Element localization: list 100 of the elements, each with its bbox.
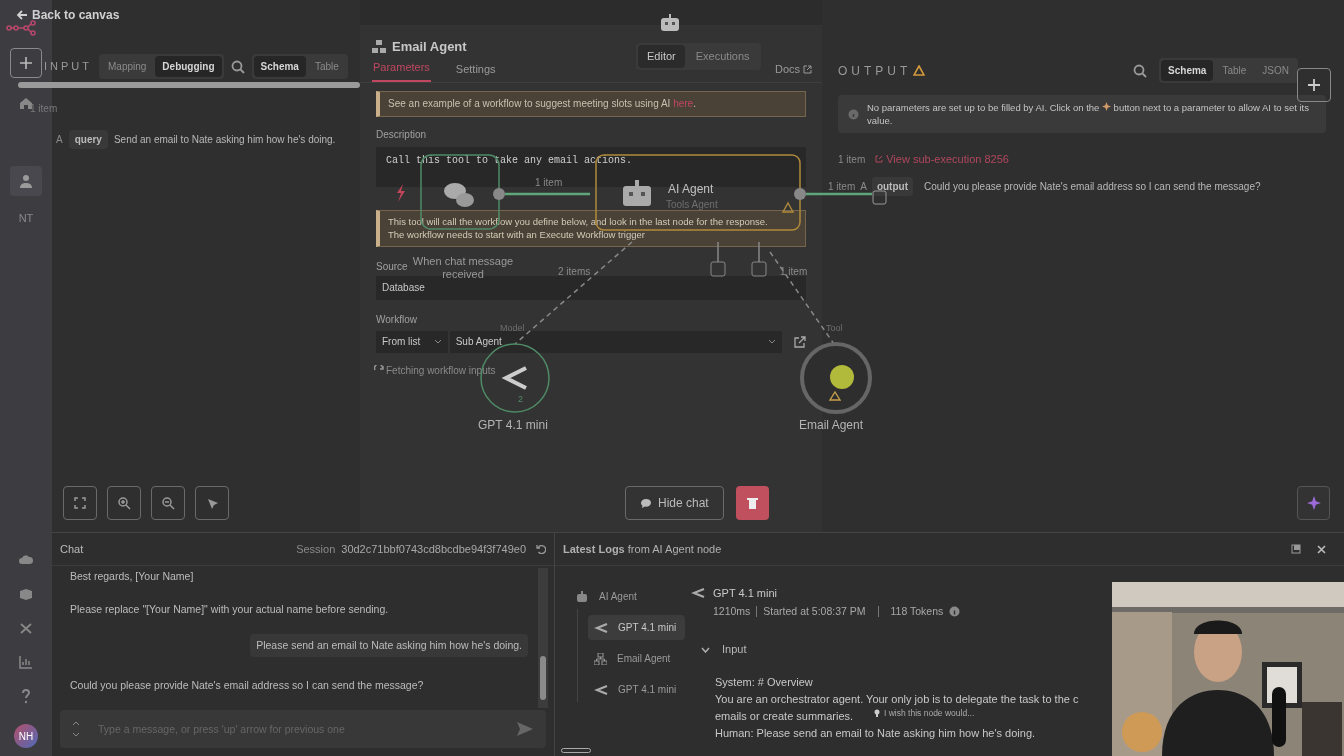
view-tab[interactable]: Editor bbox=[638, 45, 685, 68]
connector-line bbox=[758, 241, 760, 263]
view-tab[interactable]: Schema bbox=[253, 56, 306, 77]
info-icon bbox=[949, 605, 961, 617]
chat-icon bbox=[640, 497, 652, 509]
section-toggle[interactable]: Input bbox=[701, 641, 747, 658]
chevron-down-icon bbox=[768, 339, 776, 344]
ai-assistant-button[interactable] bbox=[1297, 486, 1330, 520]
panel-title: Email Agent bbox=[392, 38, 467, 56]
sparkle-icon bbox=[1306, 496, 1321, 510]
add-icon bbox=[1307, 78, 1321, 92]
field-value: Could you please provide Nate's email address so I can send the message? bbox=[924, 179, 1261, 194]
trash-icon bbox=[747, 497, 758, 509]
chevron-icon bbox=[701, 646, 710, 653]
log-tree-item[interactable]: Email Agent bbox=[588, 646, 685, 671]
node-label: GPT 4.1 mini bbox=[478, 417, 548, 434]
logo-icon bbox=[6, 20, 36, 36]
sparkle-icon bbox=[1102, 102, 1111, 111]
docs-link[interactable]: Docs bbox=[774, 61, 812, 82]
add-node-button[interactable] bbox=[1297, 68, 1331, 102]
info-icon bbox=[848, 108, 859, 120]
log-tree-item[interactable]: AI Agent bbox=[569, 584, 685, 609]
panel-title: OUTPUT bbox=[838, 62, 912, 80]
notice-text: See an example of a workflow to suggest meeting slots using AI here. bbox=[388, 97, 696, 111]
reset-icon bbox=[536, 544, 546, 554]
scrollbar[interactable] bbox=[538, 568, 548, 708]
search-icon bbox=[230, 59, 245, 74]
fullscreen-icon bbox=[73, 496, 87, 510]
panel-title: INPUT bbox=[44, 59, 92, 75]
view-tab[interactable]: Executions bbox=[686, 45, 759, 68]
bot-message: Best regards, [Your Name] bbox=[70, 569, 195, 584]
edge-label: 1 item bbox=[535, 177, 563, 189]
scrollbar[interactable] bbox=[18, 82, 360, 88]
chart-icon bbox=[18, 654, 34, 670]
search-icon bbox=[1133, 63, 1148, 78]
back-link[interactable]: Back to canvas bbox=[16, 6, 120, 24]
user-avatar[interactable]: NH bbox=[14, 724, 38, 748]
item-count: 1 item bbox=[828, 179, 856, 194]
mode-select[interactable]: From list bbox=[376, 330, 448, 353]
log-title: GPT 4.1 mini bbox=[713, 586, 777, 601]
chat-bubbles-icon bbox=[444, 183, 474, 207]
session-id: 30d2c71bbf0743cd8bcdbe94f3f749e0 bbox=[341, 541, 526, 557]
sidebar-item[interactable] bbox=[10, 48, 42, 78]
duration-text: 1210ms bbox=[713, 603, 751, 619]
node-label: Email Agent bbox=[799, 417, 864, 434]
chevron-down-icon bbox=[433, 339, 442, 344]
view-tab[interactable]: Schema bbox=[1161, 60, 1214, 81]
bot-message: Could you please provide Nate's email address so I can send the message? bbox=[70, 678, 425, 694]
user-icon bbox=[18, 173, 34, 189]
log-text-line: System: # Overview bbox=[715, 674, 813, 690]
hint-text: I wish this node would... bbox=[884, 708, 975, 718]
panel-title: Chat bbox=[60, 541, 84, 557]
log-tree-item[interactable]: GPT 4.1 mini bbox=[588, 677, 685, 702]
cursor-highlight bbox=[830, 365, 854, 389]
token-count: 118 Tokens bbox=[890, 603, 944, 619]
tab[interactable]: Settings bbox=[454, 61, 497, 82]
view-tab[interactable]: JSON bbox=[1255, 60, 1296, 81]
info-text: No parameters are set up to be filled by AI. Click on the button next to a parameter to allow AI to set its value. bbox=[867, 101, 1310, 127]
workflow-icon bbox=[594, 652, 607, 665]
robot-icon bbox=[575, 590, 589, 603]
robot-icon bbox=[623, 180, 651, 206]
user-message: Please send an email to Nate asking him how he's doing. bbox=[250, 633, 528, 658]
item-count: 1 item bbox=[838, 152, 866, 167]
field-label: Workflow bbox=[376, 313, 417, 326]
external-link-icon bbox=[875, 155, 884, 164]
start-time-text: Started at 5:08:37 PM bbox=[763, 603, 866, 619]
model-icon bbox=[691, 588, 705, 599]
hide-chat-button[interactable]: Hide chat bbox=[625, 486, 724, 520]
zoom-out-icon bbox=[161, 496, 175, 510]
view-tab[interactable]: Table bbox=[307, 56, 346, 77]
model-icon bbox=[501, 366, 527, 390]
model-icon bbox=[594, 684, 608, 695]
external-link-icon bbox=[794, 335, 806, 348]
log-tree-item[interactable]: GPT 4.1 mini bbox=[588, 615, 685, 640]
home-icon bbox=[18, 95, 34, 111]
canvas-control-button[interactable] bbox=[107, 486, 141, 520]
close-icon bbox=[1317, 544, 1326, 554]
view-tab[interactable]: Debugging bbox=[155, 56, 222, 77]
port-label: Tool bbox=[826, 322, 843, 335]
model-icon bbox=[594, 622, 608, 633]
arrow-left-icon bbox=[16, 9, 28, 21]
scroll-handle[interactable] bbox=[561, 748, 591, 753]
variable-icon bbox=[18, 620, 34, 636]
robot-icon bbox=[659, 14, 681, 32]
delete-button[interactable] bbox=[736, 486, 769, 520]
log-text-line: emails or create summaries. bbox=[715, 708, 854, 724]
zoom-in-icon bbox=[117, 496, 131, 510]
warning-icon bbox=[828, 390, 842, 401]
workflow-select[interactable]: Sub Agent bbox=[449, 330, 782, 353]
canvas-control-button[interactable] bbox=[195, 486, 229, 520]
add-icon bbox=[18, 55, 34, 71]
view-tab[interactable]: Mapping bbox=[101, 56, 154, 77]
type-marker: A bbox=[860, 179, 867, 194]
run-count: 2 bbox=[518, 393, 523, 406]
field-name: query bbox=[68, 130, 108, 149]
canvas-control-button[interactable] bbox=[63, 486, 97, 520]
sidebar-item[interactable] bbox=[10, 166, 42, 196]
view-tab[interactable]: Table bbox=[1215, 60, 1254, 81]
canvas-control-button[interactable] bbox=[151, 486, 185, 520]
field-value: Send an email to Nate asking him how he's doing. bbox=[113, 133, 336, 147]
